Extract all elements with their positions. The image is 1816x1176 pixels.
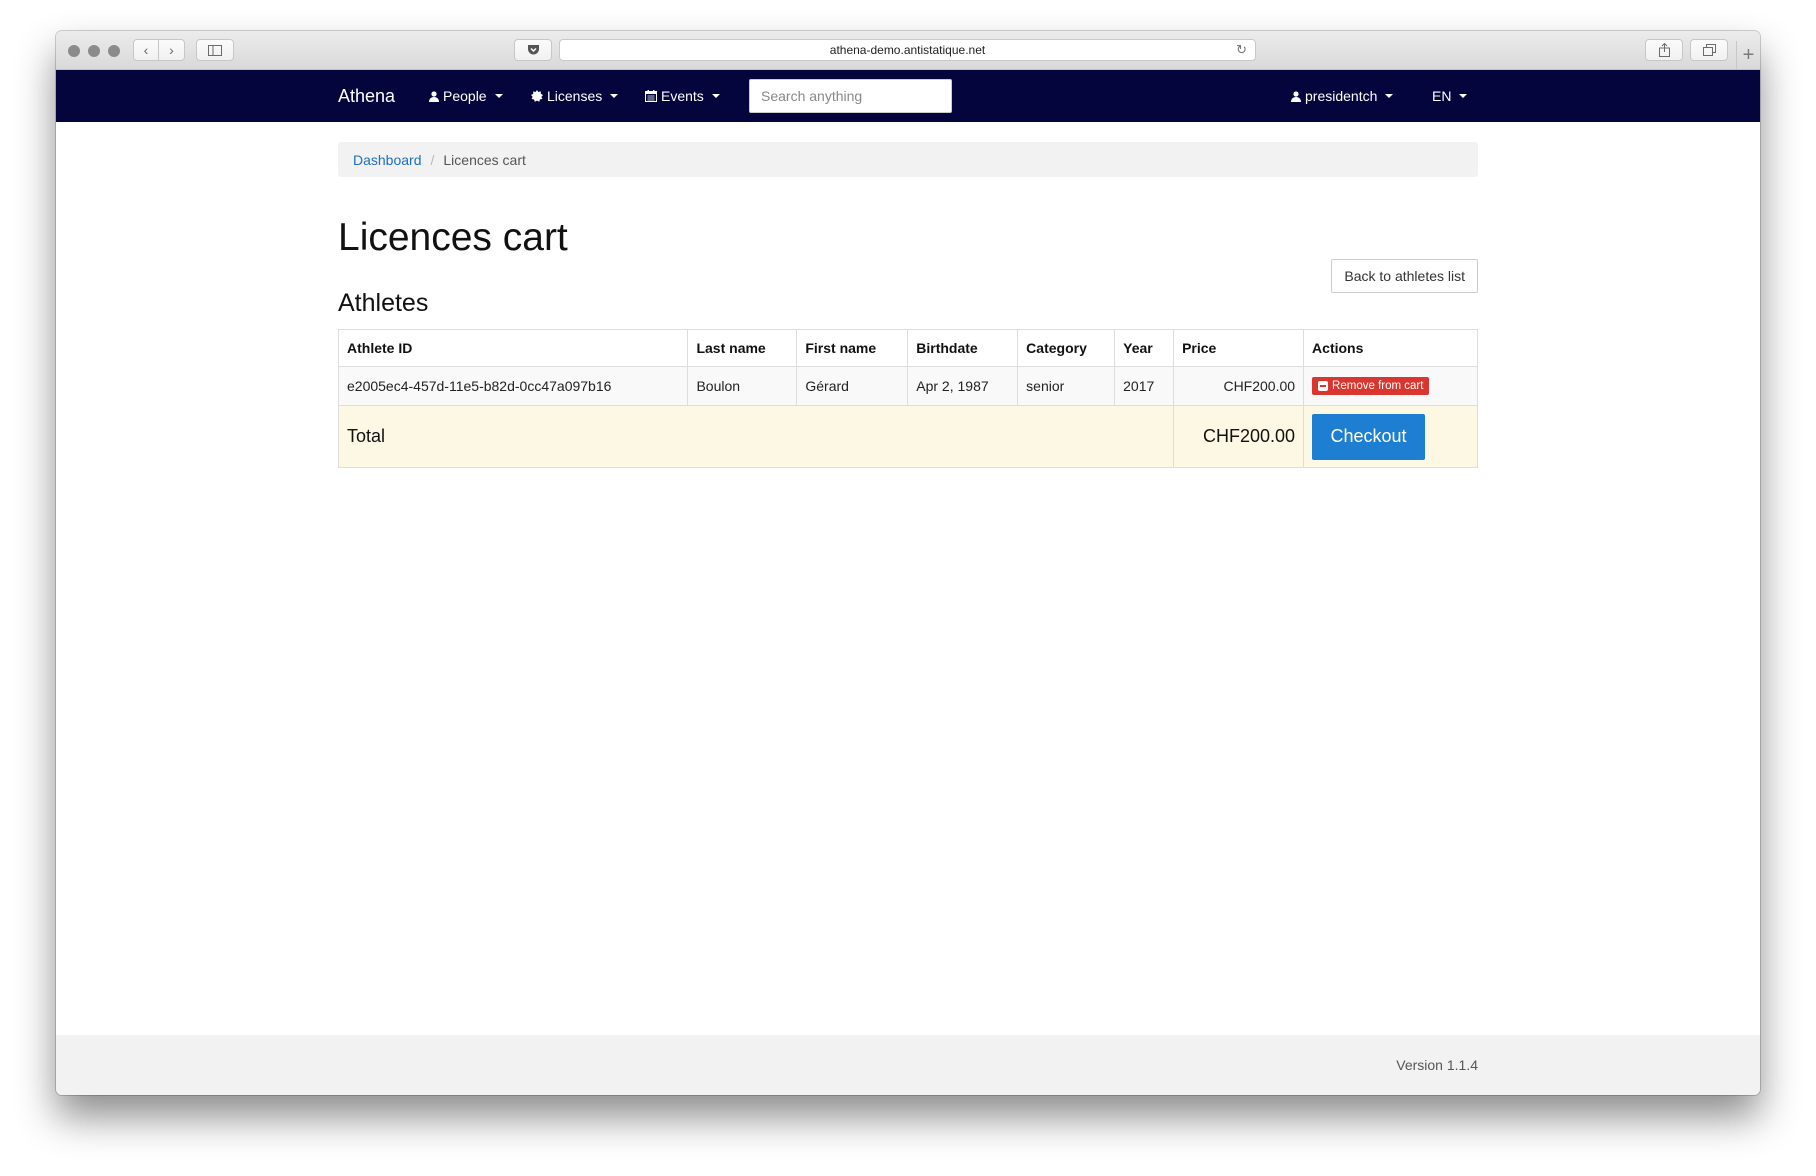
share-button[interactable]: [1645, 39, 1683, 61]
nav-people-label: People: [443, 88, 487, 104]
remove-label: Remove from cart: [1332, 380, 1424, 392]
remove-from-cart-button[interactable]: Remove from cart: [1312, 377, 1430, 395]
footer: Version 1.1.4: [56, 1035, 1760, 1095]
checkout-cell: Checkout: [1303, 405, 1478, 468]
version-text: Version 1.1.4: [1396, 1057, 1478, 1073]
certificate-icon: [531, 90, 543, 102]
chevron-down-icon: [711, 94, 720, 98]
chevron-down-icon: [494, 94, 503, 98]
column-header: First name: [796, 329, 909, 367]
column-header: Athlete ID: [337, 329, 689, 367]
history-nav: ‹ ›: [133, 39, 185, 61]
column-header: Category: [1017, 329, 1116, 367]
zoom-window-button[interactable]: [108, 45, 120, 57]
browser-titlebar: ‹ › athena-demo.antistatique.net ↻ +: [56, 31, 1760, 70]
column-header: Last name: [687, 329, 798, 367]
price-cell: CHF200.00: [1173, 366, 1305, 406]
breadcrumb: Dashboard / Licences cart: [338, 142, 1478, 177]
sidebar-icon: [208, 44, 222, 56]
url-text: athena-demo.antistatique.net: [829, 43, 986, 57]
app-navbar: Athena People Licenses Events presidentc…: [56, 70, 1760, 122]
calendar-icon: [645, 90, 657, 102]
forward-arrow-icon[interactable]: ›: [159, 40, 184, 60]
brand-logo[interactable]: Athena: [338, 70, 395, 122]
last-name-cell: Boulon: [687, 366, 798, 406]
minus-square-icon: [1318, 381, 1329, 391]
user-icon: [429, 90, 439, 102]
total-row: Total CHF200.00 Checkout: [337, 405, 1478, 468]
language-dropdown[interactable]: EN: [1432, 70, 1468, 122]
reload-icon[interactable]: ↻: [1236, 40, 1247, 60]
new-tab-button[interactable]: +: [1736, 41, 1760, 69]
chevron-down-icon: [610, 94, 619, 98]
cart-table: Athlete ID Last name First name Birthdat…: [337, 329, 1478, 468]
table-header-row: Athlete ID Last name First name Birthdat…: [337, 329, 1478, 367]
language-label: EN: [1432, 88, 1452, 104]
column-header: Price: [1173, 329, 1305, 367]
chevron-down-icon: [1385, 94, 1394, 98]
user-name: presidentch: [1305, 88, 1378, 104]
section-header: Athletes Back to athletes list: [338, 259, 1478, 318]
close-window-button[interactable]: [68, 45, 80, 57]
column-header: Birthdate: [907, 329, 1019, 367]
back-to-athletes-button[interactable]: Back to athletes list: [1331, 259, 1478, 293]
total-price: CHF200.00: [1173, 405, 1305, 468]
nav-licenses-dropdown[interactable]: Licenses: [531, 70, 619, 122]
nav-events-dropdown[interactable]: Events: [645, 70, 720, 122]
column-header: Year: [1114, 329, 1175, 367]
nav-licenses-label: Licenses: [547, 88, 603, 104]
first-name-cell: Gérard: [796, 366, 909, 406]
show-tabs-button[interactable]: [1690, 39, 1728, 61]
section-title: Athletes: [338, 289, 429, 317]
breadcrumb-separator: /: [430, 151, 435, 168]
nav-events-label: Events: [661, 88, 704, 104]
page-title: Licences cart: [338, 216, 568, 259]
checkout-button[interactable]: Checkout: [1312, 413, 1426, 460]
nav-people-dropdown[interactable]: People: [429, 70, 503, 122]
sidebar-toggle-button[interactable]: [196, 39, 234, 61]
pocket-icon: [527, 45, 539, 55]
minimize-window-button[interactable]: [88, 45, 100, 57]
search-input[interactable]: [749, 79, 952, 113]
user-menu-dropdown[interactable]: presidentch: [1291, 70, 1394, 122]
chevron-down-icon: [1459, 94, 1468, 98]
table-row: e2005ec4-457d-11e5-b82d-0cc47a097b16 Bou…: [337, 366, 1478, 406]
year-cell: 2017: [1114, 366, 1175, 406]
window-controls: [68, 45, 120, 57]
breadcrumb-current: Licences cart: [443, 151, 526, 168]
athlete-id-cell: e2005ec4-457d-11e5-b82d-0cc47a097b16: [337, 366, 689, 406]
breadcrumb-dashboard-link[interactable]: Dashboard: [353, 152, 422, 168]
category-cell: senior: [1017, 366, 1116, 406]
birthdate-cell: Apr 2, 1987: [907, 366, 1019, 406]
back-arrow-icon[interactable]: ‹: [134, 40, 160, 60]
tabs-icon: [1702, 44, 1716, 56]
pocket-button[interactable]: [514, 39, 552, 61]
browser-window: ‹ › athena-demo.antistatique.net ↻ + Ath…: [56, 31, 1760, 1095]
user-icon: [1291, 90, 1301, 102]
share-icon: [1658, 43, 1670, 57]
column-header: Actions: [1303, 329, 1478, 367]
total-label: Total: [337, 405, 1175, 468]
actions-cell: Remove from cart: [1303, 366, 1478, 406]
address-bar[interactable]: athena-demo.antistatique.net ↻: [559, 39, 1256, 61]
main-content: Dashboard / Licences cart Licences cart …: [337, 142, 1478, 468]
